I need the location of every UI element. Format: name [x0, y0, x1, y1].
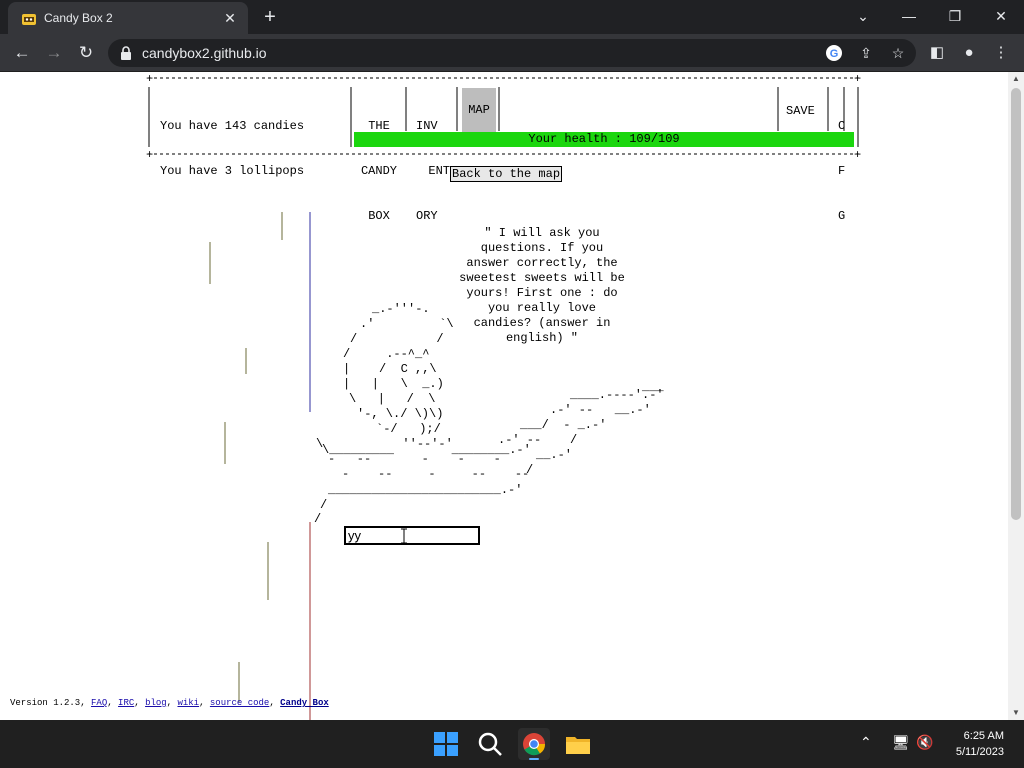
plus-icon[interactable]: +: [258, 6, 282, 28]
browser-toolbar: ← → ↻ candybox2.github.io G ⇪ ☆ ◧ ● ⋮: [0, 34, 1024, 72]
back-icon[interactable]: ←: [8, 40, 36, 66]
sidebar-icon[interactable]: ◧: [926, 42, 948, 64]
windows-start-icon[interactable]: [430, 728, 462, 760]
tab-title: Candy Box 2: [44, 11, 113, 25]
search-icon[interactable]: [474, 728, 506, 760]
reload-icon[interactable]: ↻: [72, 40, 100, 66]
answer-input[interactable]: [344, 526, 480, 545]
source-code-link[interactable]: source code: [210, 698, 269, 708]
volume-muted-icon[interactable]: 🔇: [916, 734, 933, 751]
svg-text:.-' -- /: .-' -- /: [498, 433, 577, 447]
footer: Version 1.2.3, FAQ, IRC, blog, wiki, sou…: [10, 698, 329, 708]
share-icon[interactable]: ⇪: [856, 43, 876, 63]
tab-map[interactable]: MAP: [462, 88, 496, 133]
maximize-icon[interactable]: ❐: [932, 4, 978, 30]
svg-text:'-, \./ \)\): '-, \./ \)\): [357, 407, 443, 421]
back-to-map-button[interactable]: Back to the map: [450, 166, 563, 182]
svg-text:\ | / \: \ | / \: [349, 392, 435, 406]
tab-inventory-line-2: ENT: [428, 164, 450, 178]
lock-icon: [121, 46, 131, 60]
svg-text:- -- - - -: - -- - - -: [328, 452, 501, 466]
system-clock[interactable]: 6:25 AM 5/11/2023: [956, 728, 1004, 760]
network-icon[interactable]: 🖥: [892, 734, 910, 751]
faq-link[interactable]: FAQ: [91, 698, 107, 708]
wiki-link[interactable]: wiki: [177, 698, 199, 708]
svg-text:__.-': __.-': [535, 448, 572, 462]
tab-candy-box-line-2: CANDY: [360, 164, 397, 178]
svg-text:/: /: [320, 498, 327, 512]
browser-titlebar: Candy Box 2 ✕ + ⌄ — ❐ ✕: [0, 0, 1024, 34]
clock-date: 5/11/2023: [955, 746, 1004, 758]
svg-text:/ .--^_^: / .--^_^: [343, 347, 429, 361]
candy-box-link[interactable]: Candy Box: [280, 698, 329, 708]
text-cursor-icon: [401, 528, 407, 544]
config-line-3: G: [838, 209, 846, 223]
config-button[interactable]: C F G: [838, 89, 881, 254]
candy-favicon: [22, 14, 36, 25]
svg-text:/: /: [314, 512, 321, 526]
forward-icon[interactable]: →: [40, 40, 68, 66]
chevron-up-icon[interactable]: ⌃: [860, 734, 872, 751]
chevron-down-icon[interactable]: ⌄: [840, 4, 886, 30]
scroll-down-icon[interactable]: ▼: [1008, 706, 1024, 720]
svg-text:___/ - _.-': ___/ - _.-': [519, 418, 606, 432]
minimize-icon[interactable]: —: [886, 4, 932, 30]
game-status-bar: + + + + You have 143 candies You have 3 lo…: [146, 75, 862, 223]
svg-text:/ /: / /: [350, 332, 444, 346]
svg-text:- -- - -- --: - -- - -- --: [342, 467, 529, 481]
chrome-icon[interactable]: [518, 728, 550, 760]
blog-link[interactable]: blog: [145, 698, 167, 708]
svg-text:G: G: [830, 48, 839, 60]
svg-text:.' `\: .' `\: [360, 317, 454, 331]
file-explorer-icon[interactable]: [562, 728, 594, 760]
svg-text:| / C ,,\: | / C ,,\: [343, 362, 437, 376]
config-line-2: F: [838, 164, 846, 178]
browser-tab[interactable]: Candy Box 2 ✕: [8, 2, 248, 34]
svg-text:+: +: [146, 75, 153, 86]
close-icon[interactable]: ✕: [220, 8, 240, 28]
candies-counter: You have 143 candies: [160, 119, 305, 133]
lollipops-counter: You have 3 lollipops: [160, 164, 305, 178]
save-button[interactable]: SAVE: [786, 104, 815, 119]
close-window-icon[interactable]: ✕: [978, 4, 1024, 30]
scroll-up-icon[interactable]: ▲: [1008, 72, 1024, 86]
profile-icon[interactable]: ●: [958, 42, 980, 64]
clock-time: 6:25 AM: [963, 730, 1004, 742]
svg-text:| | \ _.): | | \ _.): [343, 377, 444, 391]
google-icon[interactable]: G: [824, 43, 844, 63]
page-scrollbar[interactable]: ▲ ▼: [1008, 72, 1024, 720]
svg-text:.-' -- __.-': .-' -- __.-': [550, 403, 651, 417]
scroll-thumb[interactable]: [1011, 88, 1021, 520]
health-bar: Your health : 109/109: [354, 132, 854, 147]
url-text: candybox2.github.io: [142, 45, 267, 61]
version-text: Version 1.2.3,: [10, 698, 86, 708]
svg-text:`-/ );/: `-/ );/: [376, 422, 441, 436]
tab-inventory-line-3: ORY: [416, 209, 438, 223]
tab-candy-box[interactable]: THE CANDY BOX: [354, 89, 404, 254]
svg-text:____.----'.-': ____.----'.-': [569, 388, 664, 402]
address-bar[interactable]: candybox2.github.io G ⇪ ☆: [108, 39, 916, 67]
svg-text:+: +: [146, 148, 153, 157]
tab-candy-box-line-3: BOX: [368, 209, 390, 223]
windows-taskbar: ⌃ 🖥 🔇 6:25 AM 5/11/2023: [0, 720, 1024, 768]
svg-text:+: +: [854, 75, 861, 86]
svg-text:/: /: [526, 463, 533, 477]
svg-text:________________________.-': ________________________.-': [327, 483, 522, 497]
menu-icon[interactable]: ⋮: [990, 42, 1012, 64]
resource-counters: You have 143 candies You have 3 lollipop…: [160, 89, 304, 209]
star-icon[interactable]: ☆: [888, 43, 908, 63]
tab-inventory[interactable]: INV ENT ORY: [408, 89, 456, 254]
svg-text:_.-'''-.: _.-'''-.: [371, 302, 430, 316]
squirrel-speech: " I will ask you questions. If you answe…: [459, 226, 625, 345]
game-page: _.-'''-. .' `\ / / / .--^_^ | / C ,,\ | …: [0, 72, 1008, 720]
irc-link[interactable]: IRC: [118, 698, 134, 708]
